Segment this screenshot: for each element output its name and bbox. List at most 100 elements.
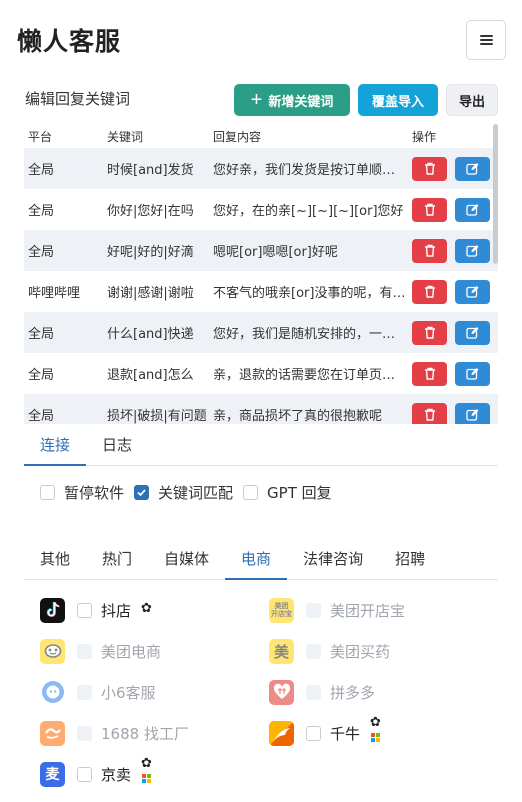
column-header-platform: 平台	[28, 129, 53, 144]
checkbox-box[interactable]	[134, 485, 150, 500]
table-row: 全局 损坏|破损|有问题 亲，商品损坏了真的很抱歉呢	[24, 394, 498, 424]
gear-icon[interactable]: ✿	[370, 716, 381, 730]
row-reply: 亲，商品损坏了真的很抱歉呢	[213, 409, 383, 424]
keyword-match-checkbox[interactable]: 关键词匹配	[134, 482, 233, 503]
edit-button[interactable]	[455, 402, 490, 424]
delete-button[interactable]	[412, 320, 447, 345]
edit-button[interactable]	[455, 238, 490, 263]
keywords-table: 平台 关键词 回复内容 操作 全局 时候[and]发货 您好亲，我们发货是按订单顺序…	[24, 124, 498, 424]
row-reply: 您好，在的亲[~][~][~][or]您好	[213, 204, 404, 219]
table-row: 全局 退款[and]怎么 亲，退款的话需要您在订单页面申请	[24, 353, 498, 394]
platform-name: 拼多多	[330, 683, 376, 702]
pause-software-checkbox[interactable]: 暂停软件	[40, 482, 124, 503]
platform-checkbox[interactable]	[77, 766, 92, 782]
platform-name: 小6客服	[101, 683, 156, 702]
table-row: 全局 你好|您好|在吗 您好，在的亲[~][~][~][or]您好	[24, 189, 498, 230]
check-icon	[137, 489, 146, 497]
row-actions	[412, 402, 498, 424]
platform-checkbox[interactable]	[306, 684, 321, 700]
tab-connection[interactable]: 连接	[24, 424, 87, 466]
trash-icon	[424, 285, 436, 298]
platform-checkbox[interactable]	[306, 602, 321, 618]
checkbox-box[interactable]	[243, 485, 259, 500]
edit-button[interactable]	[455, 320, 490, 345]
trash-icon	[424, 162, 436, 175]
checkbox-box[interactable]	[40, 485, 55, 500]
pinduoduo-icon	[269, 679, 294, 705]
row-actions	[412, 361, 498, 386]
platform-pinduoduo: 拼多多	[269, 679, 375, 705]
platform-name: 美团买药	[330, 642, 391, 661]
qianniu-icon	[269, 720, 294, 746]
platform-settings: ✿	[141, 757, 152, 783]
edit-button[interactable]	[455, 156, 490, 181]
category-tabs: 其他 热门 自媒体 电商 法律咨询 招聘	[24, 538, 498, 580]
meituan-maiyao-icon: 美	[269, 638, 294, 664]
menu-button[interactable]	[466, 20, 506, 60]
meituan-dianshang-icon	[40, 638, 65, 664]
column-header-keyword: 关键词	[107, 129, 144, 144]
tab-popular[interactable]: 热门	[86, 538, 148, 578]
row-platform: 全局	[28, 163, 55, 178]
meituan-kaidianbao-icon: 美团 开店宝	[269, 597, 294, 623]
tab-legal[interactable]: 法律咨询	[287, 538, 379, 578]
table-row: 全局 什么[and]快递 您好，我们是随机安排的，一般是中通	[24, 312, 498, 353]
delete-button[interactable]	[412, 238, 447, 263]
delete-button[interactable]	[412, 197, 447, 222]
tab-recruit[interactable]: 招聘	[379, 538, 441, 578]
edit-button[interactable]	[455, 197, 490, 222]
edit-button[interactable]	[455, 279, 490, 304]
row-reply: 嗯呢[or]嗯嗯[or]好呢	[213, 245, 338, 260]
options-row: 暂停软件 关键词匹配 GPT 回复	[40, 482, 342, 503]
platform-checkbox[interactable]	[306, 725, 321, 741]
delete-button[interactable]	[412, 402, 447, 424]
row-reply: 不客气的哦亲[or]没事的呢，有问题随时联系	[213, 286, 412, 301]
gear-icon[interactable]: ✿	[141, 601, 152, 616]
alibaba-1688-icon	[40, 720, 65, 746]
trash-icon	[424, 367, 436, 380]
row-platform: 全局	[28, 204, 55, 219]
column-header-actions: 操作	[412, 129, 437, 144]
platform-checkbox[interactable]	[306, 643, 321, 659]
table-scrollbar[interactable]	[493, 124, 498, 264]
delete-button[interactable]	[412, 279, 447, 304]
plus-icon: +	[250, 89, 263, 111]
row-keyword: 时候[and]发货	[107, 163, 194, 178]
platform-1688: 1688 找工厂	[40, 720, 189, 746]
row-keyword: 好呢|好的|好滴	[107, 245, 194, 260]
row-reply: 您好，我们是随机安排的，一般是中通	[213, 327, 412, 342]
tab-logs[interactable]: 日志	[86, 424, 148, 464]
table-row: 全局 好呢|好的|好滴 嗯呢[or]嗯嗯[or]好呢	[24, 230, 498, 271]
delete-button[interactable]	[412, 156, 447, 181]
keywords-section-title: 编辑回复关键词	[25, 90, 131, 108]
platform-name: 美团开店宝	[330, 601, 406, 620]
row-platform: 全局	[28, 245, 55, 260]
platform-meituan-kaidianbao: 美团 开店宝 美团开店宝	[269, 597, 405, 623]
column-header-reply: 回复内容	[213, 129, 262, 144]
delete-button[interactable]	[412, 361, 447, 386]
row-keyword: 退款[and]怎么	[107, 368, 194, 383]
edit-icon	[466, 244, 479, 257]
gpt-reply-checkbox[interactable]: GPT 回复	[243, 482, 332, 503]
platform-checkbox[interactable]	[77, 725, 92, 741]
edit-icon	[466, 203, 479, 216]
table-row: 哔哩哔哩 谢谢|感谢|谢啦 不客气的哦亲[or]没事的呢，有问题随时联系	[24, 271, 498, 312]
import-button[interactable]: 覆盖导入	[358, 84, 438, 116]
export-button[interactable]: 导出	[446, 84, 498, 116]
gear-icon[interactable]: ✿	[141, 757, 152, 771]
edit-button[interactable]	[455, 361, 490, 386]
row-actions	[412, 279, 498, 304]
platform-checkbox[interactable]	[77, 602, 92, 618]
platform-checkbox[interactable]	[77, 643, 92, 659]
platform-checkbox[interactable]	[77, 684, 92, 700]
tab-self-media[interactable]: 自媒体	[148, 538, 225, 578]
edit-icon	[466, 367, 479, 380]
row-actions	[412, 238, 498, 263]
row-actions	[412, 197, 498, 222]
add-keyword-button[interactable]: + 新增关键词	[234, 84, 350, 116]
windows-icon	[370, 733, 380, 742]
tab-other[interactable]: 其他	[24, 538, 86, 578]
windows-icon	[141, 774, 151, 783]
platform-meituan-dianshang: 美团电商	[40, 638, 161, 664]
tab-ecommerce[interactable]: 电商	[225, 538, 288, 580]
